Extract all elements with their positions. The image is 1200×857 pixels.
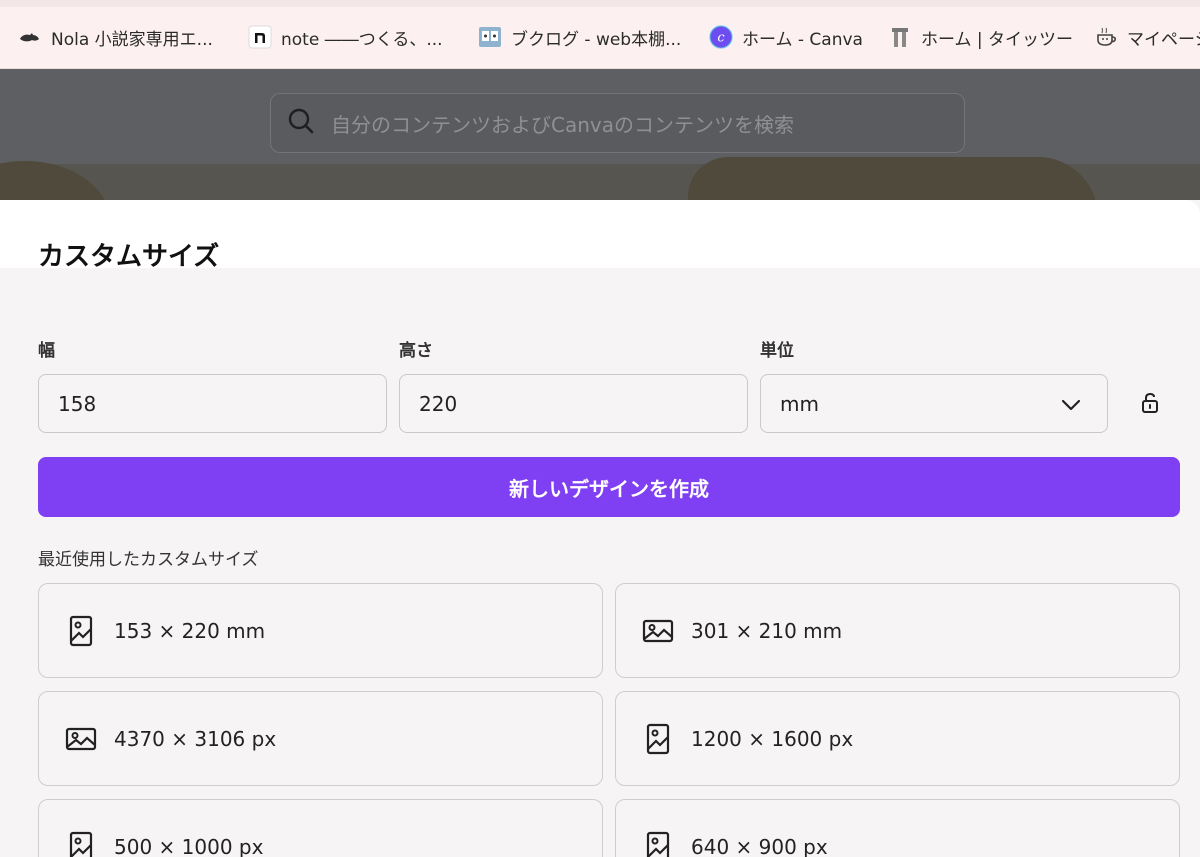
bookmark-note[interactable]: note ――つくる、... (248, 24, 443, 50)
width-field[interactable]: 158 (38, 374, 387, 433)
cup-icon (1094, 25, 1118, 49)
search-placeholder: 自分のコンテンツおよびCanvaのコンテンツを検索 (331, 112, 794, 137)
bookmark-canva[interactable]: c ホーム - Canva (709, 24, 863, 50)
bookmark-nola[interactable]: Nola 小説家専用エ... (18, 24, 213, 50)
bookmark-label: ホーム | タイッツー (921, 29, 1074, 50)
canva-icon: c (709, 25, 733, 49)
unit-select[interactable]: mm (760, 374, 1108, 433)
recent-size-item[interactable]: 153 × 220 mm (38, 583, 603, 678)
portrait-image-icon (642, 831, 674, 857)
unlock-icon[interactable] (1138, 391, 1162, 415)
recent-sizes-heading: 最近使用したカスタムサイズ (38, 550, 259, 570)
recent-size-item[interactable]: 500 × 1000 px (38, 799, 603, 857)
custom-size-dialog: カスタムサイズ 幅 高さ 単位 158 220 mm 新しいデザインを作成 最近… (0, 200, 1200, 857)
portrait-image-icon (65, 615, 97, 647)
create-new-design-button[interactable]: 新しいデザインを作成 (38, 457, 1180, 517)
bookmark-label: note ――つくる、... (281, 29, 443, 50)
bookmarks-bar: Nola 小説家専用エ... note ――つくる、... ブクログ - web… (0, 0, 1200, 69)
search-icon (287, 107, 315, 139)
landscape-image-icon (65, 723, 97, 755)
bookmark-label: マイペーシ (1127, 29, 1200, 50)
portrait-image-icon (65, 831, 97, 857)
background-page-overlay: 自分のコンテンツおよびCanvaのコンテンツを検索 (0, 69, 1200, 200)
recent-size-label: 301 × 210 mm (691, 618, 843, 643)
bookmark-booklog[interactable]: ブクログ - web本棚... (478, 24, 681, 50)
height-label: 高さ (399, 341, 433, 361)
dialog-title: カスタムサイズ (38, 242, 220, 272)
tab-strip-edge (0, 0, 1200, 7)
portrait-image-icon (642, 723, 674, 755)
booklog-icon (478, 25, 502, 49)
svg-text:c: c (717, 31, 725, 46)
bookmark-label: Nola 小説家専用エ... (51, 29, 213, 50)
recent-size-label: 1200 × 1600 px (691, 726, 854, 751)
bookmark-mypage[interactable]: マイペーシ (1094, 24, 1200, 50)
search-bar[interactable]: 自分のコンテンツおよびCanvaのコンテンツを検索 (270, 93, 965, 153)
cat-icon (18, 25, 42, 49)
chevron-down-icon (1061, 392, 1081, 416)
height-field[interactable]: 220 (399, 374, 748, 433)
recent-size-item[interactable]: 4370 × 3106 px (38, 691, 603, 786)
unit-label: 単位 (760, 341, 794, 361)
bookmark-label: ホーム - Canva (742, 29, 863, 50)
recent-size-item[interactable]: 640 × 900 px (615, 799, 1180, 857)
recent-size-label: 500 × 1000 px (114, 834, 264, 857)
recent-size-label: 4370 × 3106 px (114, 726, 277, 751)
note-icon (248, 25, 272, 49)
bookmark-label: ブクログ - web本棚... (511, 29, 682, 50)
taittsu-icon (888, 25, 912, 49)
recent-size-label: 640 × 900 px (691, 834, 828, 857)
landscape-image-icon (642, 615, 674, 647)
background-decoration (688, 157, 1098, 200)
bookmark-taittsu[interactable]: ホーム | タイッツー (888, 24, 1073, 50)
recent-size-item[interactable]: 1200 × 1600 px (615, 691, 1180, 786)
unit-select-value: mm (780, 391, 819, 416)
recent-size-item[interactable]: 301 × 210 mm (615, 583, 1180, 678)
width-label: 幅 (38, 341, 55, 361)
recent-size-label: 153 × 220 mm (114, 618, 266, 643)
